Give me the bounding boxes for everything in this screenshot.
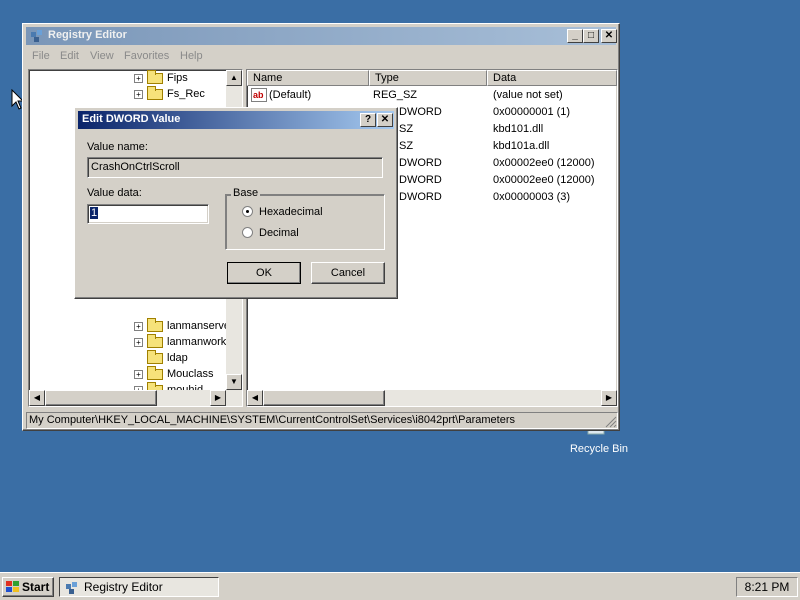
menu-file[interactable]: File: [32, 50, 50, 62]
start-button[interactable]: Start: [2, 577, 54, 597]
start-label: Start: [22, 580, 50, 594]
taskbar-task-label: Registry Editor: [84, 580, 163, 594]
folder-icon: [147, 70, 163, 84]
ok-button[interactable]: OK: [227, 262, 301, 284]
folder-icon: [147, 318, 163, 332]
scroll-up-icon[interactable]: ▲: [226, 70, 242, 86]
tree-item[interactable]: + lanmanworks: [29, 334, 232, 350]
hexadecimal-radio[interactable]: [242, 206, 253, 217]
list-hscrollbar[interactable]: ◀ ▶: [247, 390, 617, 406]
close-button[interactable]: ✕: [601, 29, 617, 43]
help-button[interactable]: ?: [360, 113, 376, 127]
list-item[interactable]: ab (Default) REG_SZ (value not set): [247, 87, 617, 104]
minimize-button[interactable]: _: [567, 29, 583, 43]
folder-icon: [147, 350, 163, 364]
string-value-icon: ab: [251, 88, 267, 102]
menu-favorites[interactable]: Favorites: [124, 50, 169, 62]
taskbar: Start Registry Editor 8:21 PM: [0, 572, 800, 600]
hexadecimal-label[interactable]: Hexadecimal: [259, 206, 323, 218]
tree-item[interactable]: + Fips: [29, 70, 225, 86]
list-hscroll-thumb[interactable]: [263, 390, 385, 406]
edit-dword-dialog: Edit DWORD Value ? ✕ Value name: CrashOn…: [74, 107, 398, 299]
scroll-down-icon[interactable]: ▼: [226, 374, 242, 390]
base-label: Base: [231, 187, 261, 199]
windows-logo-icon: [6, 581, 19, 592]
svg-text:ab: ab: [253, 90, 264, 100]
registry-titlebar[interactable]: Registry Editor _ □ ✕: [26, 27, 617, 45]
expand-icon[interactable]: +: [134, 74, 143, 83]
value-name-field: CrashOnCtrlScroll: [87, 157, 383, 178]
value-data-input[interactable]: 1: [87, 204, 209, 224]
scroll-left-icon[interactable]: ◀: [29, 390, 45, 406]
tree-item[interactable]: + Fs_Rec: [29, 86, 225, 102]
menu-edit[interactable]: Edit: [60, 50, 79, 62]
scroll-right-icon[interactable]: ▶: [210, 390, 226, 406]
column-header-type[interactable]: Type: [369, 70, 487, 86]
tree-item[interactable]: + lanmanserve: [29, 318, 230, 334]
decimal-label[interactable]: Decimal: [259, 227, 299, 239]
recycle-bin-label[interactable]: Recycle Bin: [566, 443, 632, 455]
tree-hscroll-thumb[interactable]: [45, 390, 157, 406]
value-data-label: Value data:: [87, 187, 142, 199]
decimal-radio[interactable]: [242, 227, 253, 238]
value-name-label: Value name:: [87, 141, 148, 153]
expand-icon[interactable]: +: [134, 90, 143, 99]
cancel-button[interactable]: Cancel: [311, 262, 385, 284]
system-tray-clock[interactable]: 8:21 PM: [736, 577, 798, 597]
folder-icon: [147, 86, 163, 100]
registry-app-icon: [31, 30, 42, 42]
resize-grip-icon[interactable]: [605, 416, 617, 428]
taskbar-registry-editor[interactable]: Registry Editor: [59, 577, 219, 597]
expand-icon[interactable]: +: [134, 322, 143, 331]
dialog-titlebar[interactable]: Edit DWORD Value ? ✕: [78, 111, 394, 129]
base-groupbox: [225, 194, 385, 250]
expand-icon[interactable]: +: [134, 338, 143, 347]
menu-view[interactable]: View: [90, 50, 114, 62]
menu-help[interactable]: Help: [180, 50, 203, 62]
status-bar: My Computer\HKEY_LOCAL_MACHINE\SYSTEM\Cu…: [26, 412, 618, 429]
scroll-right-icon[interactable]: ▶: [601, 390, 617, 406]
expand-icon[interactable]: +: [134, 370, 143, 379]
column-header-name[interactable]: Name: [247, 70, 369, 86]
menu-bar: File Edit View Favorites Help: [26, 47, 616, 65]
value-data-text: 1: [90, 207, 99, 219]
tree-item[interactable]: ldap: [29, 350, 225, 366]
tree-hscrollbar[interactable]: ◀ ▶: [29, 390, 242, 406]
dialog-close-button[interactable]: ✕: [377, 113, 393, 127]
maximize-button[interactable]: □: [583, 29, 599, 43]
dialog-title: Edit DWORD Value: [82, 113, 181, 125]
registry-app-icon: [66, 582, 77, 594]
folder-icon: [147, 334, 163, 348]
scroll-left-icon[interactable]: ◀: [247, 390, 263, 406]
registry-title: Registry Editor: [48, 29, 127, 41]
folder-icon: [147, 366, 163, 380]
tree-item[interactable]: + Mouclass: [29, 366, 225, 382]
column-header-data[interactable]: Data: [487, 70, 617, 86]
